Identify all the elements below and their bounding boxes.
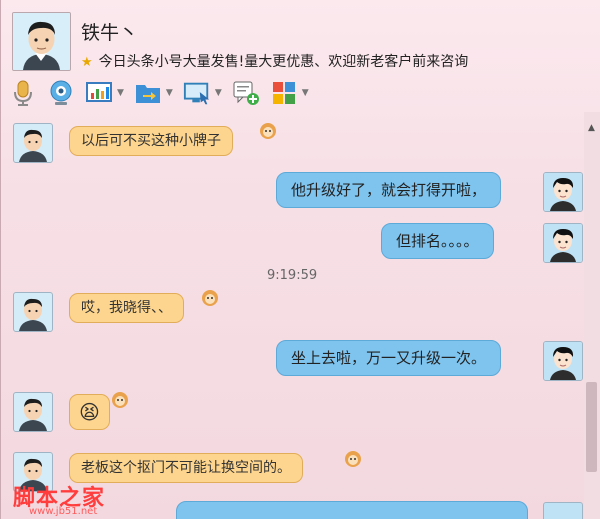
message-timestamp: 9:19:59 — [267, 268, 318, 283]
star-icon: ★ — [81, 55, 93, 70]
remote-desktop-button[interactable]: ▼ — [183, 79, 222, 107]
chat-window: 铁牛丶 ★ 今日头条小号大量发售!量大更优惠、欢迎新老客户前来咨询 ▼ ▼ ▼ … — [0, 0, 600, 519]
contact-avatar[interactable] — [12, 12, 71, 71]
contact-name[interactable]: 铁牛丶 — [81, 18, 138, 45]
message-bubble[interactable]: 坐上去啦，万一又升级一次。 — [276, 340, 502, 376]
avatar[interactable] — [543, 341, 583, 381]
chevron-down-icon[interactable]: ▼ — [166, 88, 173, 98]
monkey-icon — [345, 451, 361, 467]
contact-signature: ★ 今日头条小号大量发售!量大更优惠、欢迎新老客户前来咨询 — [81, 51, 468, 71]
whiteboard-icon — [85, 79, 113, 107]
send-file-icon — [134, 79, 162, 107]
whiteboard-button[interactable]: ▼ — [85, 79, 124, 107]
monkey-icon — [202, 290, 218, 306]
message-bubble[interactable]: 老板这个抠门不可能让换空间的。 — [69, 453, 303, 483]
message-bubble[interactable]: 但排名。。。。 — [381, 223, 494, 259]
apps-icon — [270, 79, 298, 107]
avatar[interactable] — [543, 223, 583, 263]
message-bubble[interactable]: 哎，我晓得、、 — [69, 293, 184, 323]
send-file-button[interactable]: ▼ — [134, 79, 173, 107]
scrollbar-thumb[interactable] — [586, 382, 597, 472]
apps-button[interactable]: ▼ — [270, 79, 309, 107]
avatar[interactable] — [13, 123, 53, 163]
chevron-down-icon[interactable]: ▼ — [215, 88, 222, 98]
webcam-icon — [47, 79, 75, 107]
video-call-button[interactable] — [47, 79, 75, 107]
monkey-icon — [260, 123, 276, 139]
avatar[interactable] — [13, 392, 53, 432]
avatar[interactable] — [543, 502, 583, 519]
voice-call-button[interactable] — [9, 79, 37, 107]
message-bubble[interactable]: 以后可不买这种小牌子 — [69, 126, 233, 156]
message-add-icon — [232, 79, 260, 107]
avatar[interactable] — [543, 172, 583, 212]
avatar[interactable] — [13, 292, 53, 332]
message-list[interactable]: 以后可不买这种小牌子 他升级好了，就会打得开啦， 但排名。。。。 9:19:59… — [1, 112, 584, 519]
message-add-button[interactable] — [232, 79, 260, 107]
chat-scrollbar[interactable]: ▲ — [584, 112, 600, 519]
watermark: 脚本之家 www.jb51.net — [9, 480, 159, 519]
microphone-icon — [9, 79, 37, 107]
message-bubble-partial[interactable] — [176, 501, 528, 519]
watermark-url: www.jb51.net — [29, 506, 98, 517]
chevron-down-icon[interactable]: ▼ — [117, 88, 124, 98]
chat-toolbar: ▼ ▼ ▼ ▼ — [9, 76, 319, 110]
message-bubble[interactable]: 😫 — [69, 394, 110, 430]
chevron-up-icon[interactable]: ▲ — [588, 123, 595, 133]
chat-header: 铁牛丶 ★ 今日头条小号大量发售!量大更优惠、欢迎新老客户前来咨询 ▼ ▼ ▼ … — [1, 0, 600, 112]
signature-text: 今日头条小号大量发售!量大更优惠、欢迎新老客户前来咨询 — [98, 54, 469, 70]
remote-desktop-icon — [183, 79, 211, 107]
message-bubble[interactable]: 他升级好了，就会打得开啦， — [276, 172, 502, 208]
monkey-icon — [112, 392, 128, 408]
chevron-down-icon[interactable]: ▼ — [302, 88, 309, 98]
avatar-icon — [13, 13, 70, 70]
